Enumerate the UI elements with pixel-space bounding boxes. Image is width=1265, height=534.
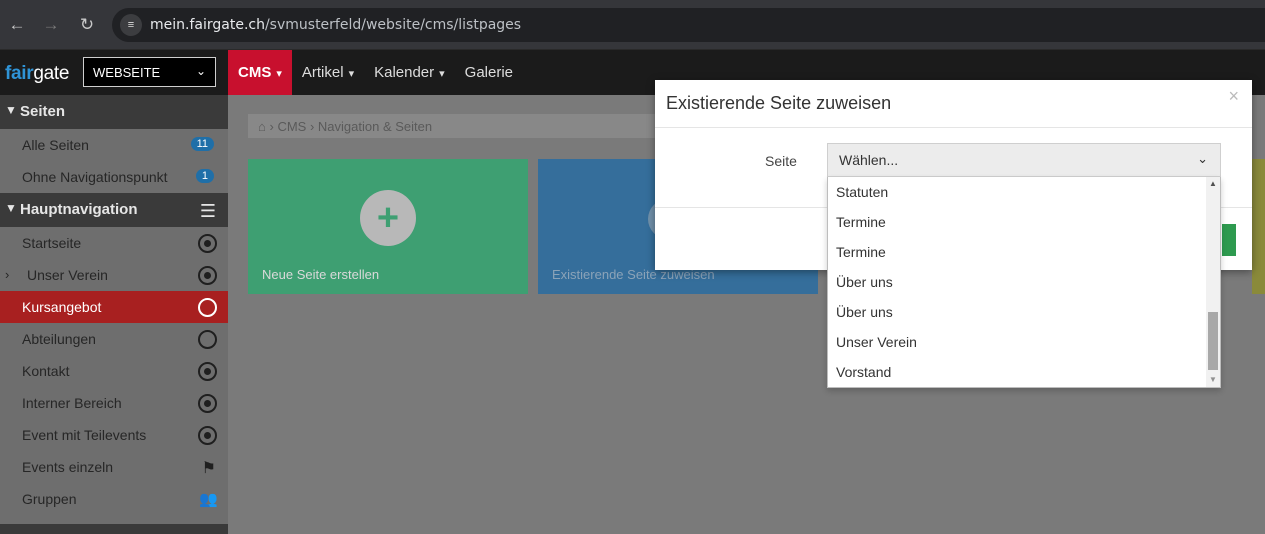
site-select-value: WEBSEITE — [93, 65, 161, 80]
breadcrumb-navigation[interactable]: Navigation & Seiten — [318, 119, 432, 134]
sidebar-item-startseite[interactable]: Startseite — [0, 227, 228, 259]
sidebar-item-event-mit-teilevents[interactable]: Event mit Teilevents — [0, 419, 228, 451]
nav-artikel[interactable]: Artikel ▾ — [292, 50, 364, 95]
breadcrumb: ⌂ › CMS › Navigation & Seiten — [248, 114, 658, 138]
section-hauptnavigation[interactable]: ▼ Hauptnavigation ☰ — [0, 193, 228, 227]
new-page-tile[interactable]: + Neue Seite erstellen — [248, 159, 528, 294]
option-item[interactable]: Termine — [828, 237, 1220, 267]
nav-cms[interactable]: CMS ▾ — [228, 50, 292, 95]
seite-dropdown-list: Statuten Termine Termine Über uns Über u… — [827, 177, 1221, 388]
close-icon[interactable]: × — [1228, 86, 1239, 107]
radio-dot-icon — [198, 362, 217, 381]
count-badge: 11 — [190, 137, 214, 151]
seite-select[interactable]: Wählen... ⌄ — [827, 143, 1221, 177]
fairgate-logo[interactable]: fairgate — [5, 63, 69, 85]
scrollbar[interactable]: ▲ ▼ — [1206, 177, 1220, 387]
radio-empty-icon — [198, 298, 217, 317]
scroll-down-icon[interactable]: ▼ — [1209, 375, 1217, 384]
modal-title: Existierende Seite zuweisen — [666, 93, 892, 113]
home-icon[interactable]: ⌂ — [258, 119, 266, 134]
address-bar[interactable]: ≡ mein.fairgate.ch/svmusterfeld/website/… — [112, 8, 1265, 42]
seite-select-value: Wählen... — [839, 152, 899, 168]
radio-empty-icon — [198, 330, 217, 349]
radio-dot-icon — [198, 394, 217, 413]
site-select[interactable]: WEBSEITE ⌄ — [83, 57, 216, 87]
radio-dot-icon — [198, 266, 217, 285]
sidebar-item-events-einzeln[interactable]: Events einzeln ⚑ — [0, 451, 228, 483]
chevron-down-icon: ▼ — [5, 201, 17, 215]
sidebar-item-ohne-navigationspunkt[interactable]: Ohne Navigationspunkt 1 — [0, 161, 228, 193]
reload-icon[interactable]: ↻ — [76, 14, 98, 36]
people-icon: 👥 — [199, 491, 218, 508]
nav-kalender[interactable]: Kalender ▾ — [364, 50, 455, 95]
chevron-down-icon: ▾ — [439, 68, 445, 80]
option-item[interactable]: Vorstand — [828, 357, 1220, 387]
top-navigation: CMS ▾ Artikel ▾ Kalender ▾ Galerie — [228, 50, 523, 95]
divider — [655, 127, 1252, 128]
option-item[interactable]: Über uns — [828, 267, 1220, 297]
new-page-label: Neue Seite erstellen — [262, 267, 380, 282]
chevron-down-icon: ▼ — [5, 103, 17, 117]
sidebar-item-alle-seiten[interactable]: Alle Seiten 11 — [0, 129, 228, 161]
radio-dot-icon — [198, 234, 217, 253]
count-badge: 1 — [195, 169, 214, 183]
scrollbar-thumb[interactable] — [1208, 312, 1218, 370]
radio-dot-icon — [198, 426, 217, 445]
sidebar: ▼ Seiten Alle Seiten 11 Ohne Navigations… — [0, 95, 228, 534]
chevron-down-icon: ▾ — [348, 68, 355, 80]
sidebar-item-abteilungen[interactable]: Abteilungen — [0, 323, 228, 355]
option-item[interactable]: Über uns — [828, 297, 1220, 327]
forward-arrow-icon[interactable]: → — [40, 14, 62, 36]
scroll-up-icon[interactable]: ▲ — [1209, 179, 1217, 188]
plus-icon: + — [360, 190, 416, 246]
sidebar-item-kursangebot[interactable]: Kursangebot — [0, 291, 228, 323]
back-arrow-icon[interactable]: ← — [6, 14, 28, 36]
browser-toolbar: ← → ↻ ≡ mein.fairgate.ch/svmusterfeld/we… — [0, 0, 1265, 50]
sidebar-item-unser-verein[interactable]: › Unser Verein — [0, 259, 228, 291]
section-seiten[interactable]: ▼ Seiten — [0, 95, 228, 129]
option-item[interactable]: Statuten — [828, 177, 1220, 207]
chevron-down-icon: ⌄ — [195, 64, 206, 78]
save-button[interactable] — [1222, 224, 1236, 256]
seite-label: Seite — [765, 153, 797, 169]
option-item[interactable]: Termine — [828, 207, 1220, 237]
tile-edge — [1252, 159, 1265, 294]
chevron-right-icon[interactable]: › — [5, 267, 9, 282]
chevron-down-icon: ▾ — [276, 68, 282, 80]
option-item[interactable]: Unser Verein — [828, 327, 1220, 357]
url-text[interactable]: mein.fairgate.ch/svmusterfeld/website/cm… — [150, 17, 521, 33]
nav-galerie[interactable]: Galerie — [455, 50, 523, 95]
sidebar-footer — [0, 524, 228, 534]
flag-icon: ⚑ — [201, 460, 216, 477]
hamburger-menu-icon[interactable]: ☰ — [200, 201, 216, 222]
breadcrumb-cms[interactable]: CMS — [277, 119, 306, 134]
sidebar-item-kontakt[interactable]: Kontakt — [0, 355, 228, 387]
sidebar-item-gruppen[interactable]: Gruppen 👥 — [0, 483, 228, 515]
sidebar-item-interner-bereich[interactable]: Interner Bereich — [0, 387, 228, 419]
site-info-icon[interactable]: ≡ — [120, 14, 142, 36]
chevron-down-icon: ⌄ — [1197, 151, 1208, 166]
